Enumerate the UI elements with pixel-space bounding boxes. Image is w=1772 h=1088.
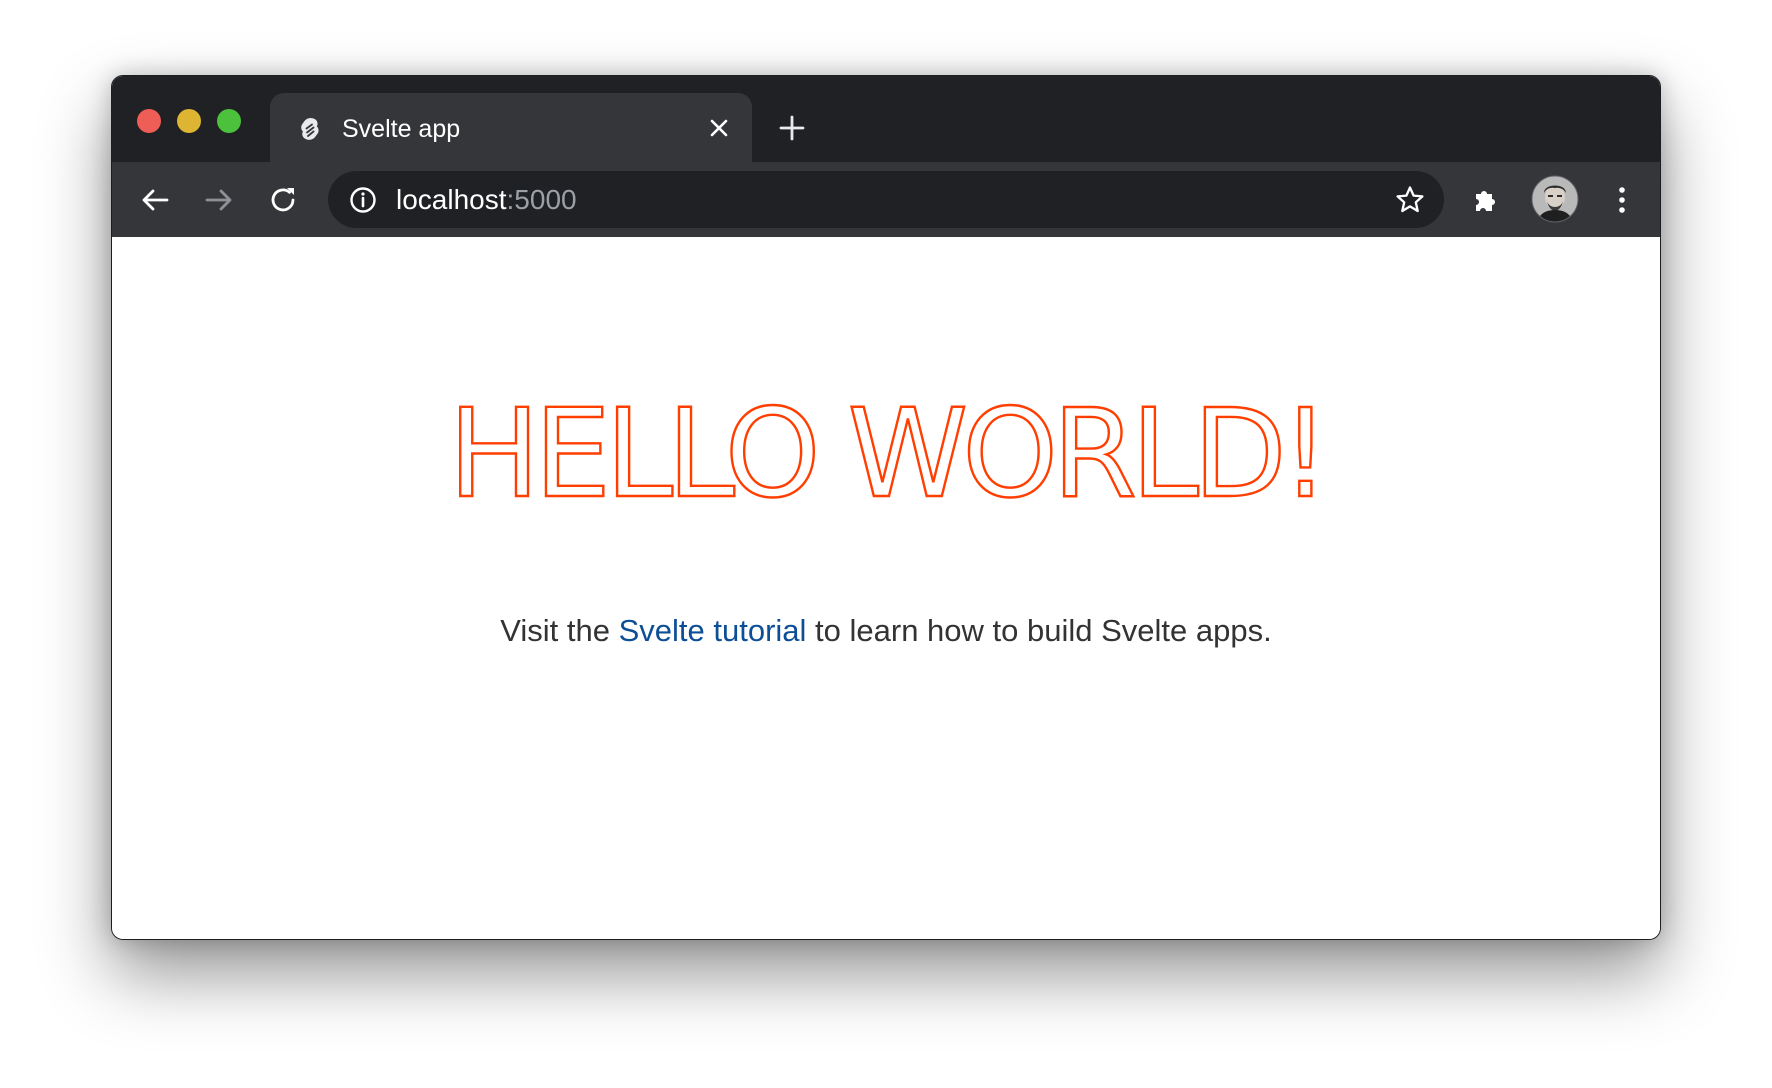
plus-icon[interactable] (777, 113, 807, 143)
star-icon[interactable] (1394, 184, 1426, 216)
page-content: Hello world! Visit the Svelte tutorial t… (112, 237, 1660, 939)
url-port: :5000 (506, 184, 577, 215)
tab-svelte-app[interactable]: Svelte app (270, 93, 752, 162)
tab-title: Svelte app (342, 115, 461, 143)
url-host: localhost (396, 184, 507, 215)
intro-text-after: to learn how to build Svelte apps. (806, 613, 1272, 648)
window-minimize-button[interactable] (177, 109, 201, 133)
close-icon[interactable] (706, 115, 732, 141)
browser-toolbar: localhost:5000 (112, 162, 1660, 237)
svelte-tutorial-link[interactable]: Svelte tutorial (619, 613, 807, 648)
window-maximize-button[interactable] (217, 109, 241, 133)
reload-icon[interactable] (263, 180, 303, 220)
intro-paragraph: Visit the Svelte tutorial to learn how t… (112, 611, 1660, 651)
info-icon[interactable] (348, 185, 378, 215)
address-bar[interactable]: localhost:5000 (328, 171, 1444, 228)
browser-window: Svelte app localhost:5000 HELLO WORLD! V… (111, 75, 1661, 940)
page-title: Hello world! (447, 383, 1331, 525)
svelte-logo-icon (295, 114, 325, 144)
puzzle-icon[interactable] (1466, 180, 1506, 220)
avatar[interactable] (1530, 174, 1580, 224)
tab-strip: Svelte app (112, 76, 1660, 162)
arrow-left-icon[interactable] (135, 180, 175, 220)
kebab-menu-icon[interactable] (1602, 180, 1642, 220)
window-close-button[interactable] (137, 109, 161, 133)
arrow-right-icon[interactable] (199, 180, 239, 220)
url-text[interactable]: localhost:5000 (396, 184, 577, 216)
intro-text-before: Visit the (500, 613, 619, 648)
